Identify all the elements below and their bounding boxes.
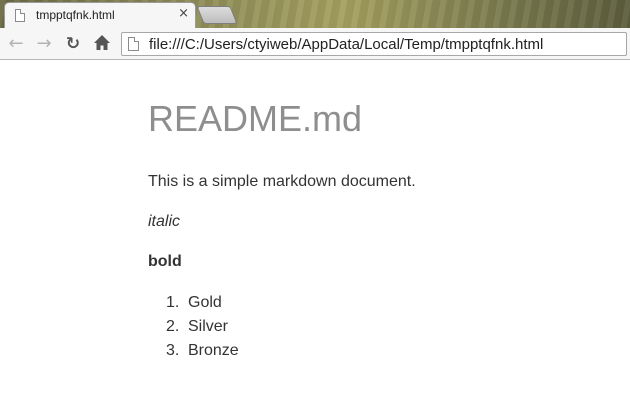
forward-arrow-icon[interactable]: →	[34, 34, 54, 54]
markdown-document: README.md This is a simple markdown docu…	[148, 98, 608, 363]
list-item-number: 3.	[166, 342, 180, 359]
list-item: 1. Gold	[148, 291, 608, 315]
home-icon[interactable]	[92, 33, 112, 53]
bold-text: bold	[148, 253, 182, 270]
close-tab-icon[interactable]: ×	[178, 7, 189, 21]
page-icon	[128, 37, 139, 51]
page-icon	[15, 9, 25, 22]
tab-title: tmpptqfnk.html	[36, 8, 115, 22]
page-content: README.md This is a simple markdown docu…	[0, 60, 630, 420]
browser-toolbar: ← → ↻ file:///C:/Users/ctyiweb/AppData/L…	[0, 28, 630, 60]
italic-text: italic	[148, 213, 181, 230]
list-item-number: 2.	[166, 318, 180, 335]
ordered-list: 1. Gold 2. Silver 3. Bronze	[148, 291, 608, 363]
list-item-text: Gold	[188, 294, 222, 311]
list-item: 3. Bronze	[148, 339, 608, 363]
reload-icon[interactable]: ↻	[63, 34, 83, 54]
document-paragraph: This is a simple markdown document.	[148, 173, 416, 190]
new-tab-button[interactable]	[196, 6, 238, 24]
browser-tab[interactable]: tmpptqfnk.html ×	[4, 2, 196, 28]
list-item-number: 1.	[166, 294, 180, 311]
list-item-text: Bronze	[188, 342, 239, 359]
document-title: README.md	[148, 98, 363, 139]
browser-window: tmpptqfnk.html × ← → ↻ file:///C:/Users/…	[0, 0, 630, 420]
back-arrow-icon[interactable]: ←	[6, 34, 26, 54]
list-item-text: Silver	[188, 318, 229, 335]
tab-strip: tmpptqfnk.html ×	[0, 0, 630, 28]
address-bar[interactable]: file:///C:/Users/ctyiweb/AppData/Local/T…	[121, 32, 627, 56]
address-url[interactable]: file:///C:/Users/ctyiweb/AppData/Local/T…	[149, 36, 543, 53]
list-item: 2. Silver	[148, 315, 608, 339]
